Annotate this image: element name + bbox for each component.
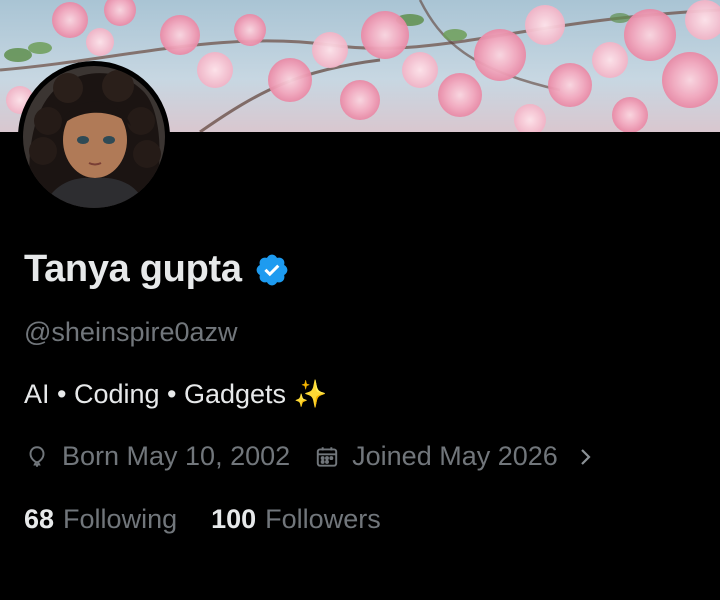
profile-bio: AI • Coding • Gadgets ✨	[24, 379, 328, 409]
calendar-icon	[314, 444, 340, 470]
balloon-icon	[24, 444, 50, 470]
avatar[interactable]	[18, 61, 170, 213]
verified-badge-icon[interactable]	[254, 252, 290, 288]
followers-count: 100	[211, 504, 257, 534]
birthday-item: Born May 10, 2002	[24, 441, 290, 472]
joined-text: Joined May 2026	[352, 441, 558, 471]
following-link[interactable]: 68 Following	[24, 504, 177, 535]
profile-handle: @sheinspire0azw	[24, 317, 238, 347]
followers-link[interactable]: 100 Followers	[211, 504, 381, 535]
profile-meta: Born May 10, 2002 Joined May 2026	[24, 441, 596, 472]
following-count: 68	[24, 504, 55, 534]
followers-label: Followers	[265, 504, 381, 534]
birthday-text: Born May 10, 2002	[62, 441, 291, 471]
joined-item: Joined May 2026	[314, 441, 558, 472]
profile-name: Tanya gupta	[24, 248, 242, 290]
following-label: Following	[63, 504, 178, 534]
chevron-right-icon[interactable]	[576, 445, 596, 469]
profile-name-row: Tanya gupta	[24, 248, 290, 291]
profile-stats: 68 Following 100 Followers	[24, 504, 381, 535]
